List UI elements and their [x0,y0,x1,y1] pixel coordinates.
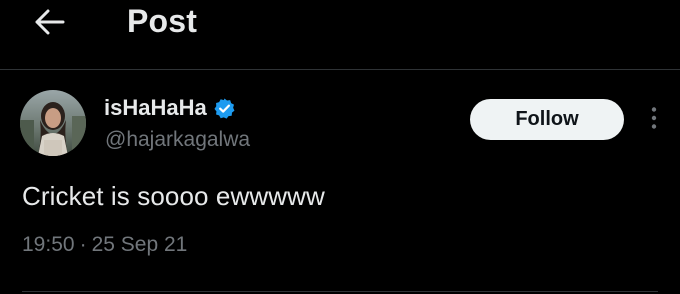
follow-button[interactable]: Follow [470,99,624,140]
meta-separator: · [79,233,87,256]
header-divider [0,69,680,70]
top-bar: Post [0,0,680,68]
author-handle[interactable]: @hajarkagalwa [105,128,250,152]
post-timestamp: 19:50 · 25 Sep 21 [22,233,187,257]
post-divider [22,291,658,292]
page-title: Post [127,3,198,39]
post-time[interactable]: 19:50 [22,233,75,257]
post-text: Cricket is soooo ewwwww [22,181,325,211]
back-button[interactable] [32,8,68,40]
post-date[interactable]: 25 Sep 21 [92,233,188,257]
avatar[interactable] [20,90,86,156]
more-vertical-icon [650,106,658,135]
more-options-button[interactable] [641,104,667,136]
arrow-left-icon [35,9,65,40]
author-name-row: isHaHaHa [104,95,236,121]
verified-badge-icon [213,97,236,120]
author-display-name[interactable]: isHaHaHa [104,95,207,121]
